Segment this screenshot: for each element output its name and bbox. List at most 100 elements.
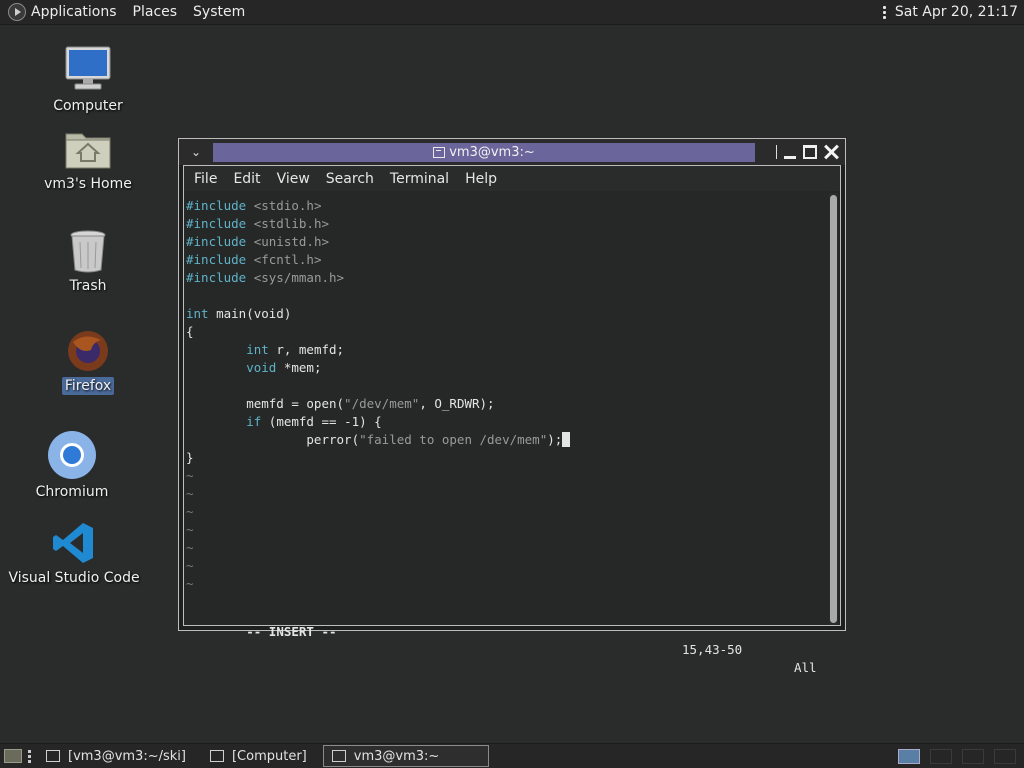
desktop-icon-trash[interactable]: Trash: [33, 228, 143, 295]
editor-line: ~: [186, 557, 829, 575]
window-title[interactable]: vm3@vm3:~: [213, 143, 755, 162]
code-token: perror(: [186, 432, 360, 447]
editor-line: memfd = open("/dev/mem", O_RDWR);: [186, 395, 829, 413]
desktop-icon-computer[interactable]: Computer: [33, 44, 143, 115]
code-token: <unistd.h>: [253, 234, 329, 249]
distro-logo-icon: [8, 3, 26, 21]
code-token: memfd = open(: [186, 396, 345, 411]
chromium-icon: [48, 431, 96, 479]
taskbar-handle-icon: [28, 749, 32, 763]
menu-terminal[interactable]: Terminal: [382, 171, 457, 187]
chevron-down-icon: ⌄: [190, 145, 202, 159]
code-token: );: [547, 432, 563, 447]
code-token: #include: [186, 252, 254, 267]
editor-line: if (memfd == -1) {: [186, 413, 829, 431]
taskbar-item[interactable]: [vm3@vm3:~/ski]: [38, 745, 194, 767]
code-token: *mem;: [276, 360, 322, 375]
editor-line: ~: [186, 539, 829, 557]
taskbar-item-label: [Computer]: [231, 748, 307, 764]
workspace-1[interactable]: [898, 749, 920, 764]
code-token: {: [186, 324, 194, 339]
terminal-frame: File Edit View Search Terminal Help #inc…: [183, 165, 841, 675]
code-token: #include: [186, 270, 254, 285]
window-title-text: vm3@vm3:~: [449, 145, 535, 160]
terminal-content[interactable]: #include <stdio.h> #include <stdlib.h> #in…: [184, 191, 829, 675]
menu-help[interactable]: Help: [457, 171, 505, 187]
applications-label: Applications: [31, 4, 117, 20]
editor-line: ~: [186, 485, 829, 503]
places-menu[interactable]: Places: [125, 0, 186, 25]
workspace-4[interactable]: [994, 749, 1016, 764]
editor-line: ~: [186, 467, 829, 485]
desktop-icon-chromium[interactable]: Chromium: [17, 430, 127, 501]
top-panel: Applications Places System Sat Apr 20, 2…: [0, 0, 1024, 25]
editor-buffer: #include <stdio.h> #include <stdlib.h> #in…: [186, 197, 829, 593]
code-token: ~: [186, 468, 194, 483]
code-token: ~: [186, 486, 194, 501]
code-token: <stdio.h>: [253, 198, 322, 213]
desktop-icon-firefox[interactable]: Firefox: [33, 328, 143, 395]
editor-line: perror("failed to open /dev/mem");: [186, 431, 829, 449]
window-menu-button[interactable]: ⌄: [183, 141, 209, 163]
minimize-button[interactable]: [783, 145, 797, 159]
terminal-menubar: File Edit View Search Terminal Help: [184, 166, 840, 191]
panel-handle-icon[interactable]: [882, 5, 887, 19]
code-token: int: [246, 342, 269, 357]
code-token: void: [246, 360, 277, 375]
system-menu[interactable]: System: [185, 0, 253, 25]
desktop-icon-label: vm3's Home: [44, 176, 132, 192]
home-folder-icon: [65, 133, 111, 169]
editor-line: #include <fcntl.h>: [186, 251, 829, 269]
editor-line: {: [186, 323, 829, 341]
titlebar-separator: [776, 145, 777, 159]
menu-search[interactable]: Search: [318, 171, 382, 187]
editor-line: #include <unistd.h>: [186, 233, 829, 251]
trash-icon: [70, 230, 106, 273]
firefox-icon: [68, 331, 108, 371]
window-titlebar[interactable]: ⌄ vm3@vm3:~: [179, 139, 845, 165]
code-token: ~: [186, 522, 194, 537]
code-token: (memfd == -1) {: [261, 414, 382, 429]
editor-line: #include <stdlib.h>: [186, 215, 829, 233]
taskbar-item-active[interactable]: vm3@vm3:~: [322, 745, 489, 767]
editor-line: }: [186, 449, 829, 467]
desktop-icon-vscode[interactable]: Visual Studio Code: [8, 520, 140, 587]
taskbar-item-label: vm3@vm3:~: [353, 748, 440, 764]
workspace-2[interactable]: [930, 749, 952, 764]
code-token: main(void): [208, 306, 292, 321]
desktop-icon-label: Firefox: [61, 377, 115, 395]
scroll-percent: All: [794, 660, 817, 675]
taskbar-item[interactable]: [Computer]: [202, 745, 315, 767]
clock[interactable]: Sat Apr 20, 21:17: [895, 4, 1018, 20]
menu-view[interactable]: View: [269, 171, 318, 187]
close-button[interactable]: [823, 144, 839, 160]
computer-icon: [209, 750, 224, 762]
code-token: if: [246, 414, 262, 429]
editor-line: ~: [186, 521, 829, 539]
code-token: ~: [186, 540, 194, 555]
editor-line: ~: [186, 503, 829, 521]
cursor-position: 15,43-50: [682, 642, 743, 657]
code-token: ~: [186, 504, 194, 519]
vim-status-line: -- INSERT -- 15,43-50 All: [186, 605, 829, 675]
menu-edit[interactable]: Edit: [225, 171, 268, 187]
code-token: <sys/mman.h>: [253, 270, 345, 285]
maximize-button[interactable]: [803, 145, 817, 159]
vertical-scrollbar[interactable]: [829, 193, 838, 625]
code-token: #include: [186, 234, 254, 249]
show-desktop-button[interactable]: [4, 749, 22, 763]
scrollbar-thumb[interactable]: [830, 195, 837, 623]
code-token: "failed to open /dev/mem": [359, 432, 548, 447]
menu-file[interactable]: File: [186, 171, 225, 187]
window-controls: [776, 141, 839, 163]
code-token: <fcntl.h>: [253, 252, 322, 267]
desktop-icon-home[interactable]: vm3's Home: [33, 128, 143, 193]
terminal-window: ⌄ vm3@vm3:~ File Edit View Search Termin…: [178, 138, 846, 675]
workspace-3[interactable]: [962, 749, 984, 764]
applications-menu[interactable]: Applications: [0, 0, 125, 25]
